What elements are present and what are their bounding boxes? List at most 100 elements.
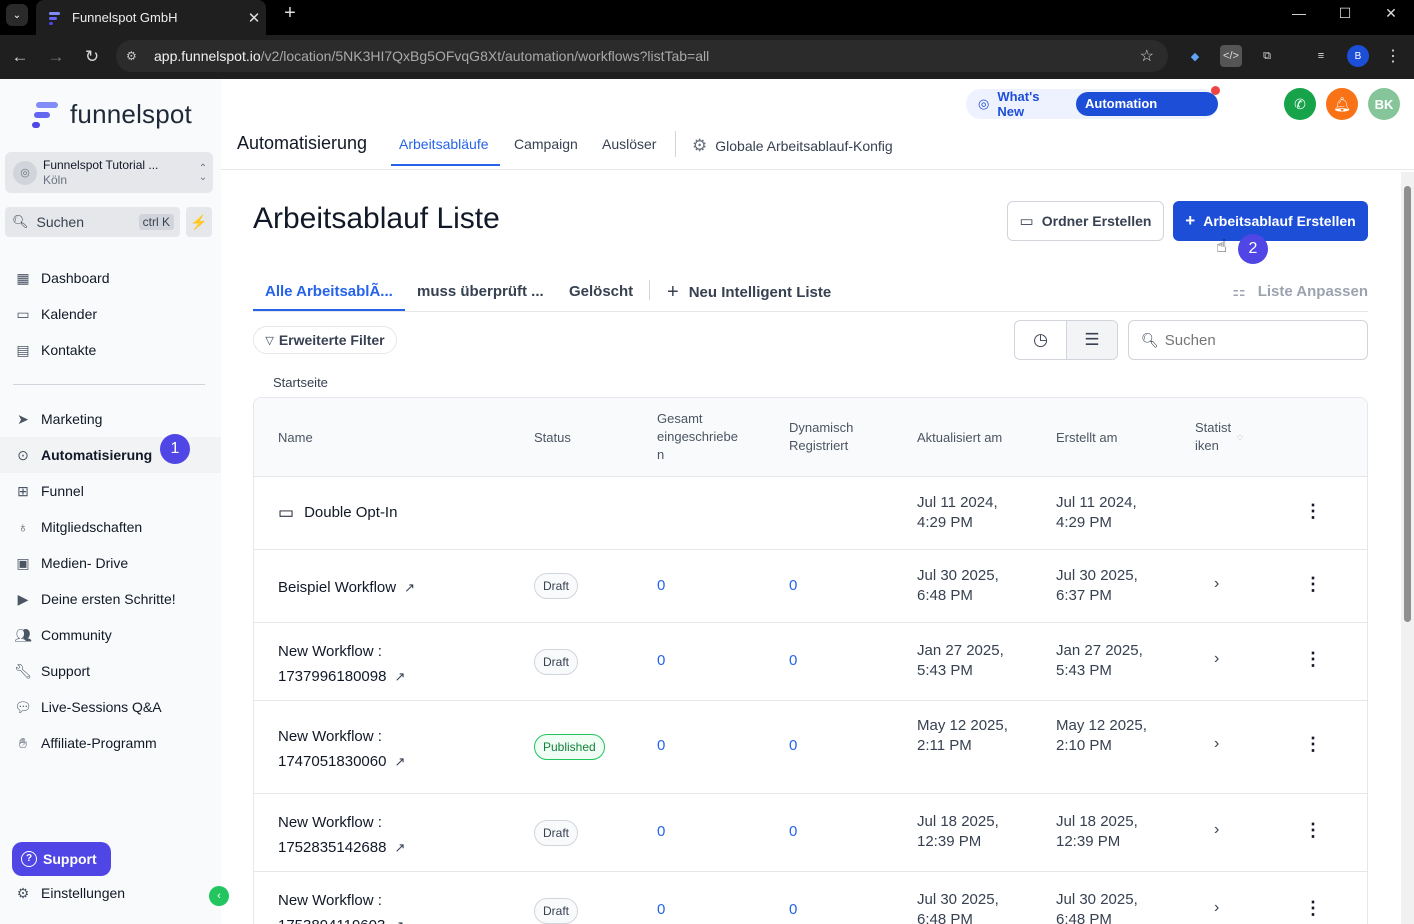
row-enrolled[interactable]: 0 [657,822,665,842]
row-menu-icon[interactable]: ⋮ [1304,501,1322,522]
list-view-icon[interactable]: ☰ [1065,321,1117,359]
extensions-puzzle-icon[interactable]: ⧉ [1256,45,1278,67]
col-dynamic[interactable]: Dynamisch Registriert [789,419,873,455]
tab-search-button[interactable]: ⌄ [6,4,28,26]
table-row[interactable]: New Workflow : 1753894119603↗ Draft 0 0 … [254,872,1367,924]
row-enrolled[interactable]: 0 [657,736,665,756]
workflow-name-cell[interactable]: New Workflow : 1747051830060 ↗ [278,724,478,774]
tab-deleted[interactable]: Gelöscht [569,283,633,300]
bookmark-star-icon[interactable]: ☆ [1140,46,1154,66]
col-updated[interactable]: Aktualisiert am [917,429,1002,447]
external-link-icon[interactable]: ↗ [393,913,404,924]
sidebar-item-community[interactable]: 👥︎ Community [0,617,221,653]
row-enrolled[interactable]: 0 [657,651,665,671]
location-switcher[interactable]: ◎ Funnelspot Tutorial ... Köln ⌃ ⌄ [5,152,213,193]
media-control-icon[interactable]: ≡ [1310,45,1332,67]
quick-action-bolt-icon[interactable]: ⚡ [186,207,212,237]
table-row[interactable]: New Workflow : 1752835142688 ↗ Draft 0 0 … [254,794,1367,872]
external-link-icon[interactable]: ↗ [404,578,415,598]
chevron-right-icon[interactable]: › [1214,899,1219,917]
sidebar-item-erste-schritte[interactable]: ▶ Deine ersten Schritte! [0,581,221,617]
external-link-icon[interactable]: ↗ [394,749,405,774]
external-link-icon[interactable]: ↗ [394,835,405,860]
new-smart-list-button[interactable]: + Neu Intelligent Liste [667,281,831,304]
minimize-icon[interactable]: — [1276,0,1322,28]
tab-all-workflows[interactable]: Alle ArbeitsablÃ... [265,283,393,300]
profile-avatar[interactable]: B [1347,45,1369,67]
sidebar-item-kalender[interactable]: ▭ Kalender [0,296,221,332]
info-icon[interactable]: ◌ [1237,429,1243,447]
row-dynamic[interactable]: 0 [789,651,797,671]
workflow-search-input[interactable] [1164,331,1355,349]
phone-icon[interactable]: ✆ [1284,88,1316,120]
advanced-filter-button[interactable]: ▽ Erweiterte Filter [253,326,397,354]
row-menu-icon[interactable]: ⋮ [1304,898,1322,919]
row-menu-icon[interactable]: ⋮ [1304,574,1322,595]
bell-icon[interactable]: 🔔︎ [1326,88,1358,120]
workflow-search[interactable]: 🔍︎ [1128,320,1368,360]
extension-code-icon[interactable]: </> [1220,45,1242,67]
row-dynamic[interactable]: 0 [789,822,797,842]
breadcrumb[interactable]: Startseite [273,375,328,390]
create-workflow-button[interactable]: + Arbeitsablauf Erstellen [1173,201,1368,241]
sidebar-item-medien-drive[interactable]: ▣ Medien- Drive [0,545,221,581]
address-bar[interactable]: ⚙ app.funnelspot.io/v2/location/5NK3HI7Q… [116,40,1168,72]
row-enrolled[interactable]: 0 [657,576,665,596]
col-enrolled[interactable]: Gesamt eingeschriebe n [657,410,745,464]
row-dynamic[interactable]: 0 [789,576,797,596]
tab-close-icon[interactable]: ✕ [242,9,266,27]
row-menu-icon[interactable]: ⋮ [1304,734,1322,755]
create-folder-button[interactable]: ▭ Ordner Erstellen [1007,201,1164,241]
table-row[interactable]: Beispiel Workflow ↗ Draft 0 0 Jul 30 2025… [254,550,1367,623]
back-icon[interactable]: ← [6,43,34,71]
chevron-right-icon[interactable]: › [1214,735,1219,753]
site-info-icon[interactable]: ⚙ [126,49,146,63]
extension-diamond-icon[interactable]: ◆ [1184,45,1206,67]
external-link-icon[interactable]: ↗ [394,664,405,689]
row-menu-icon[interactable]: ⋮ [1304,820,1322,841]
sidebar-item-einstellungen[interactable]: ⚙ Einstellungen [14,884,125,902]
workflow-name-cell[interactable]: New Workflow : 1737996180098 ↗ [278,639,478,689]
row-dynamic[interactable]: 0 [789,900,797,920]
sidebar-item-mitgliedschaften[interactable]: ♁ Mitgliedschaften [0,509,221,545]
col-stats[interactable]: Statist iken [1195,419,1237,455]
workflow-name-cell[interactable]: New Workflow : 1752835142688 ↗ [278,810,478,860]
sidebar-item-support[interactable]: 🔧︎ Support [0,653,221,689]
page-scrollbar-thumb[interactable] [1404,186,1411,622]
clock-icon[interactable]: ◷ [1015,321,1066,359]
tab-arbeitsablaeufe[interactable]: Arbeitsabläufe [399,136,489,152]
tab-ausloeser[interactable]: Auslöser [602,136,656,152]
automation-updates-pill[interactable]: Automation Updates [1076,92,1218,135]
collapse-sidebar-icon[interactable]: ‹ [209,886,229,906]
browser-tab[interactable]: Funnelspot GmbH ✕ [36,0,266,35]
funnelspot-logo[interactable]: funnelspot [30,99,192,130]
col-status[interactable]: Status [534,429,571,447]
sidebar-item-live-sessions[interactable]: 💬︎ Live-Sessions Q&A [0,689,221,725]
table-row[interactable]: New Workflow : 1737996180098 ↗ Draft 0 0 … [254,623,1367,701]
reload-icon[interactable]: ↻ [78,43,106,71]
sidebar-item-funnel[interactable]: ⊞ Funnel [0,473,221,509]
sidebar-item-marketing[interactable]: ➤ Marketing [0,401,221,437]
col-created[interactable]: Erstellt am [1056,429,1117,447]
close-window-icon[interactable]: ✕ [1368,0,1414,28]
row-dynamic[interactable]: 0 [789,736,797,756]
customize-list-button[interactable]: ⚏ Liste Anpassen [1232,282,1368,301]
browser-menu-icon[interactable]: ⋮ [1382,45,1404,67]
workflow-name-cell[interactable]: Beispiel Workflow ↗ [278,578,415,598]
table-row[interactable]: ▭ Double Opt-In Jul 11 2024, 4:29 PM Jul… [254,477,1367,550]
sidebar-search[interactable]: 🔍︎ Suchen ctrl K [5,207,180,237]
forward-icon[interactable]: → [42,43,70,71]
sidebar-item-kontakte[interactable]: ▤ Kontakte [0,332,221,368]
tab-global-config[interactable]: ⚙ Globale Arbeitsablauf-Konfig [692,136,893,156]
tab-needs-review[interactable]: muss überprüft ... [417,283,544,300]
new-tab-icon[interactable]: + [278,2,302,26]
user-avatar[interactable]: BK [1368,88,1400,120]
whats-new-bar[interactable]: ◎ What's New Automation Updates [966,89,1218,135]
tab-campaign[interactable]: Campaign [514,136,578,152]
row-enrolled[interactable]: 0 [657,900,665,920]
chevron-right-icon[interactable]: › [1214,821,1219,839]
folder-name-cell[interactable]: ▭ Double Opt-In [278,503,397,523]
row-menu-icon[interactable]: ⋮ [1304,649,1322,670]
col-name[interactable]: Name [278,429,313,447]
sidebar-item-affiliate[interactable]: ✋︎ Affiliate-Programm [0,725,221,761]
